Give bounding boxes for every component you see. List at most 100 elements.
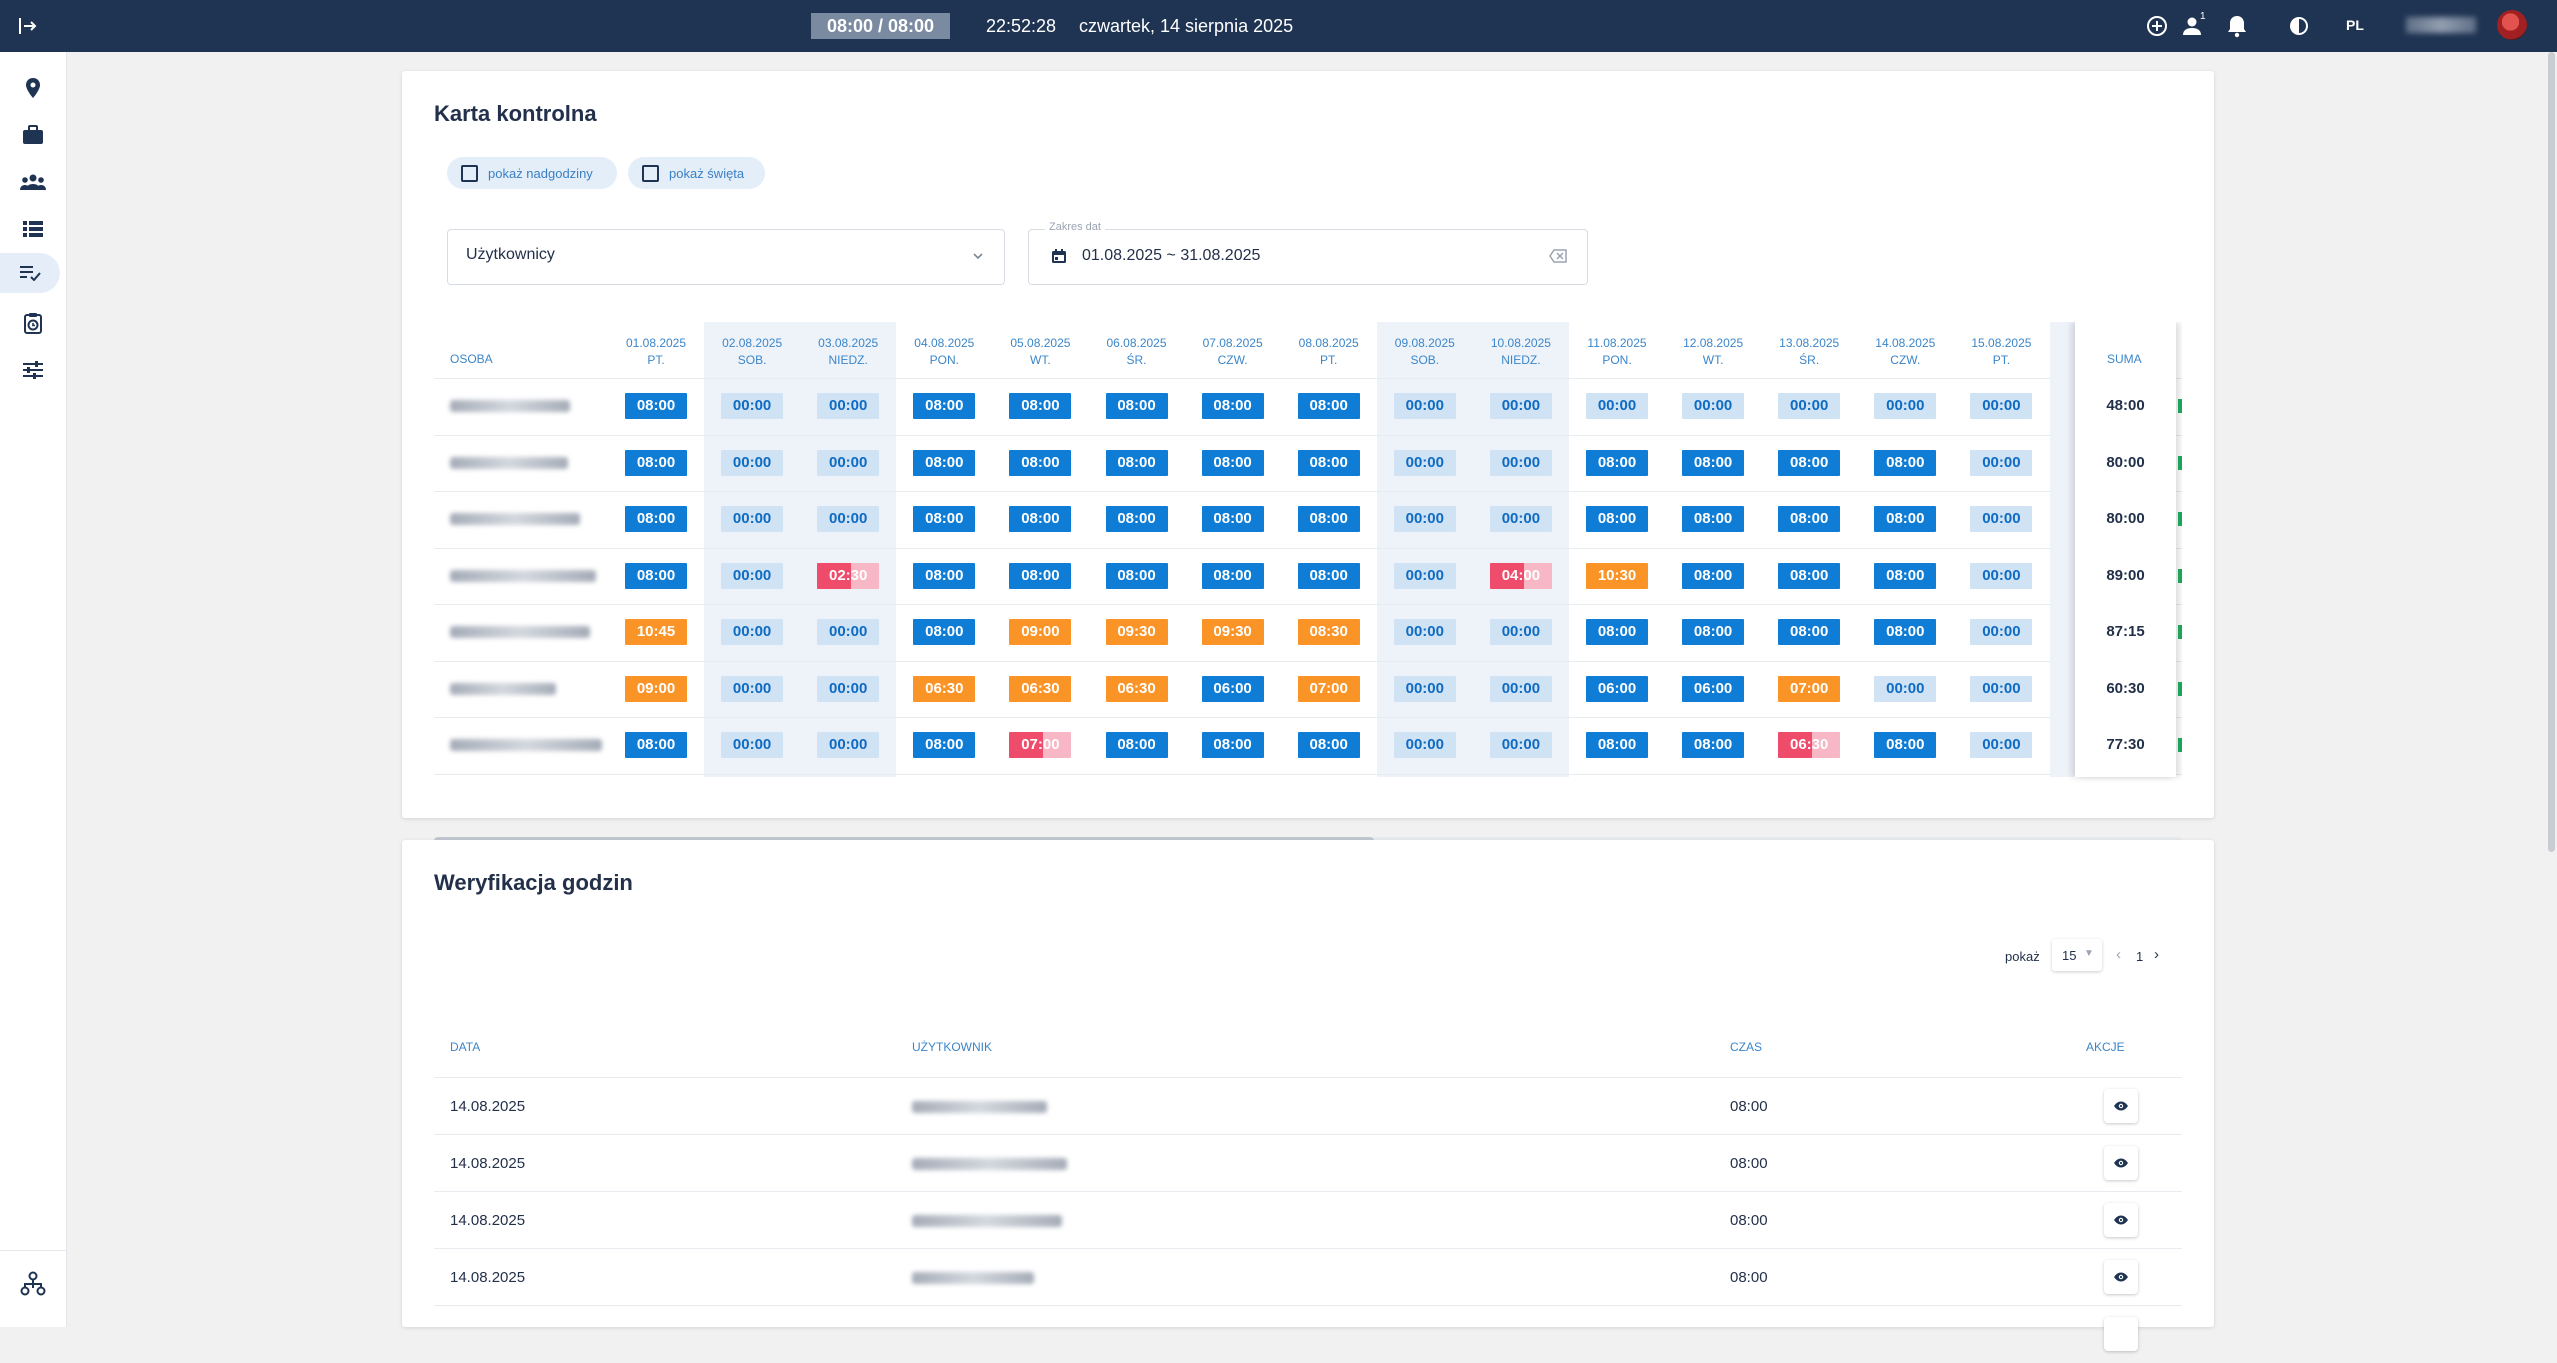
person-name[interactable]: [450, 513, 580, 525]
time-cell[interactable]: 08:00: [1105, 732, 1168, 758]
time-cell[interactable]: 08:00: [1297, 562, 1360, 589]
person-name[interactable]: [450, 626, 590, 638]
time-cell[interactable]: 00:00: [721, 393, 784, 419]
time-cell[interactable]: 00:00: [721, 506, 784, 532]
time-cell[interactable]: 00:00: [1393, 506, 1456, 532]
time-cell[interactable]: 08:00: [1874, 506, 1937, 532]
brightness-icon[interactable]: [2286, 13, 2312, 39]
time-cell[interactable]: 00:00: [1586, 393, 1648, 419]
time-cell[interactable]: 00:00: [1778, 393, 1841, 419]
time-cell[interactable]: 08:00: [1297, 732, 1360, 758]
time-cell[interactable]: 06:30: [1009, 675, 1072, 702]
time-cell[interactable]: 08:00: [1874, 562, 1937, 589]
person-name[interactable]: [450, 739, 602, 751]
time-cell[interactable]: 00:00: [1970, 506, 2033, 532]
time-cell[interactable]: 08:00: [1297, 393, 1360, 419]
time-cell[interactable]: 00:00: [1393, 675, 1456, 702]
time-cell[interactable]: 08:00: [1682, 732, 1745, 758]
time-cell[interactable]: 00:00: [1393, 449, 1456, 476]
time-cell[interactable]: 00:00: [817, 393, 880, 419]
page-size-select[interactable]: 15 ▼: [2052, 939, 2102, 971]
sidebar-item-control-card[interactable]: [0, 253, 60, 293]
time-cell[interactable]: 08:00: [1778, 562, 1841, 589]
time-cell[interactable]: 08:00: [913, 506, 976, 532]
time-cell[interactable]: 08:00: [625, 562, 687, 589]
time-cell[interactable]: 08:00: [625, 506, 687, 532]
time-cell[interactable]: 09:00: [625, 675, 687, 702]
time-cell[interactable]: 08:00: [1105, 506, 1168, 532]
time-cell[interactable]: 08:30: [1297, 619, 1360, 645]
time-cell[interactable]: 00:00: [1874, 675, 1937, 702]
time-cell[interactable]: 07:00: [1778, 675, 1841, 702]
person-name[interactable]: [450, 456, 568, 469]
time-cell[interactable]: 06:30: [1778, 732, 1841, 758]
time-cell[interactable]: 10:45: [625, 619, 687, 645]
time-cell[interactable]: 02:30: [817, 562, 880, 589]
time-cell[interactable]: 00:00: [817, 506, 880, 532]
time-cell[interactable]: 08:00: [1297, 506, 1360, 532]
time-cell[interactable]: 08:00: [913, 449, 976, 476]
time-cell[interactable]: 07:00: [1009, 732, 1072, 758]
time-cell[interactable]: 08:00: [1778, 619, 1841, 645]
time-cell[interactable]: 00:00: [1489, 506, 1552, 532]
time-cell[interactable]: 00:00: [1393, 562, 1456, 589]
time-cell[interactable]: 08:00: [1586, 506, 1648, 532]
clear-icon[interactable]: [1549, 249, 1567, 263]
add-circle-icon[interactable]: [2144, 13, 2170, 39]
time-cell[interactable]: 00:00: [817, 449, 880, 476]
view-button[interactable]: [2104, 1089, 2138, 1123]
time-cell[interactable]: 08:00: [1009, 506, 1072, 532]
time-cell[interactable]: 00:00: [1393, 619, 1456, 645]
time-cell[interactable]: 00:00: [721, 675, 784, 702]
time-cell[interactable]: 08:00: [1297, 449, 1360, 476]
time-cell[interactable]: 00:00: [1970, 562, 2033, 589]
time-cell[interactable]: 08:00: [1105, 393, 1168, 419]
person-name[interactable]: [450, 569, 596, 582]
time-cell[interactable]: 00:00: [1970, 393, 2033, 419]
time-cell[interactable]: 08:00: [913, 562, 976, 589]
time-cell[interactable]: 06:00: [1682, 675, 1745, 702]
time-cell[interactable]: 09:30: [1201, 619, 1264, 645]
time-cell[interactable]: 09:30: [1105, 619, 1168, 645]
time-cell[interactable]: 08:00: [1586, 619, 1648, 645]
time-cell[interactable]: 00:00: [1489, 732, 1552, 758]
time-cell[interactable]: 00:00: [817, 619, 880, 645]
time-cell[interactable]: 08:00: [1682, 449, 1745, 476]
time-cell[interactable]: 09:00: [1009, 619, 1072, 645]
view-button[interactable]: [2104, 1203, 2138, 1237]
time-cell[interactable]: 06:30: [913, 675, 976, 702]
time-cell[interactable]: 08:00: [625, 393, 687, 419]
time-cell[interactable]: 08:00: [625, 732, 687, 758]
time-cell[interactable]: 00:00: [1970, 619, 2033, 645]
time-cell[interactable]: 00:00: [1489, 449, 1552, 476]
time-cell[interactable]: 08:00: [1105, 562, 1168, 589]
time-cell[interactable]: 08:00: [1874, 619, 1937, 645]
time-cell[interactable]: 08:00: [1105, 449, 1168, 476]
time-cell[interactable]: 00:00: [817, 732, 880, 758]
holidays-toggle[interactable]: pokaż święta: [628, 157, 765, 189]
time-cell[interactable]: 08:00: [1201, 562, 1264, 589]
time-cell[interactable]: 00:00: [1970, 449, 2033, 476]
time-cell[interactable]: 00:00: [1489, 675, 1552, 702]
time-cell[interactable]: 08:00: [1778, 449, 1841, 476]
org-chart-icon[interactable]: [20, 1271, 46, 1297]
time-cell[interactable]: 06:30: [1105, 675, 1168, 702]
time-cell[interactable]: 08:00: [625, 449, 687, 476]
time-cell[interactable]: 07:00: [1297, 675, 1360, 702]
time-cell[interactable]: 08:00: [913, 619, 976, 645]
sidebar-item-jobs[interactable]: [8, 115, 58, 155]
time-cell[interactable]: 00:00: [1489, 393, 1552, 419]
logout-icon[interactable]: [16, 15, 38, 37]
avatar[interactable]: [2497, 10, 2527, 40]
time-cell[interactable]: 00:00: [1970, 675, 2033, 702]
view-button[interactable]: [2104, 1317, 2138, 1351]
time-cell[interactable]: 00:00: [721, 449, 784, 476]
time-cell[interactable]: 08:00: [913, 732, 976, 758]
time-cell[interactable]: 00:00: [1970, 732, 2033, 758]
time-cell[interactable]: 00:00: [1682, 393, 1745, 419]
time-cell[interactable]: 08:00: [1682, 562, 1745, 589]
prev-page-button[interactable]: ‹: [2116, 946, 2121, 963]
time-cell[interactable]: 06:00: [1201, 675, 1264, 702]
time-cell[interactable]: 08:00: [1201, 449, 1264, 476]
time-cell[interactable]: 08:00: [1874, 449, 1937, 476]
